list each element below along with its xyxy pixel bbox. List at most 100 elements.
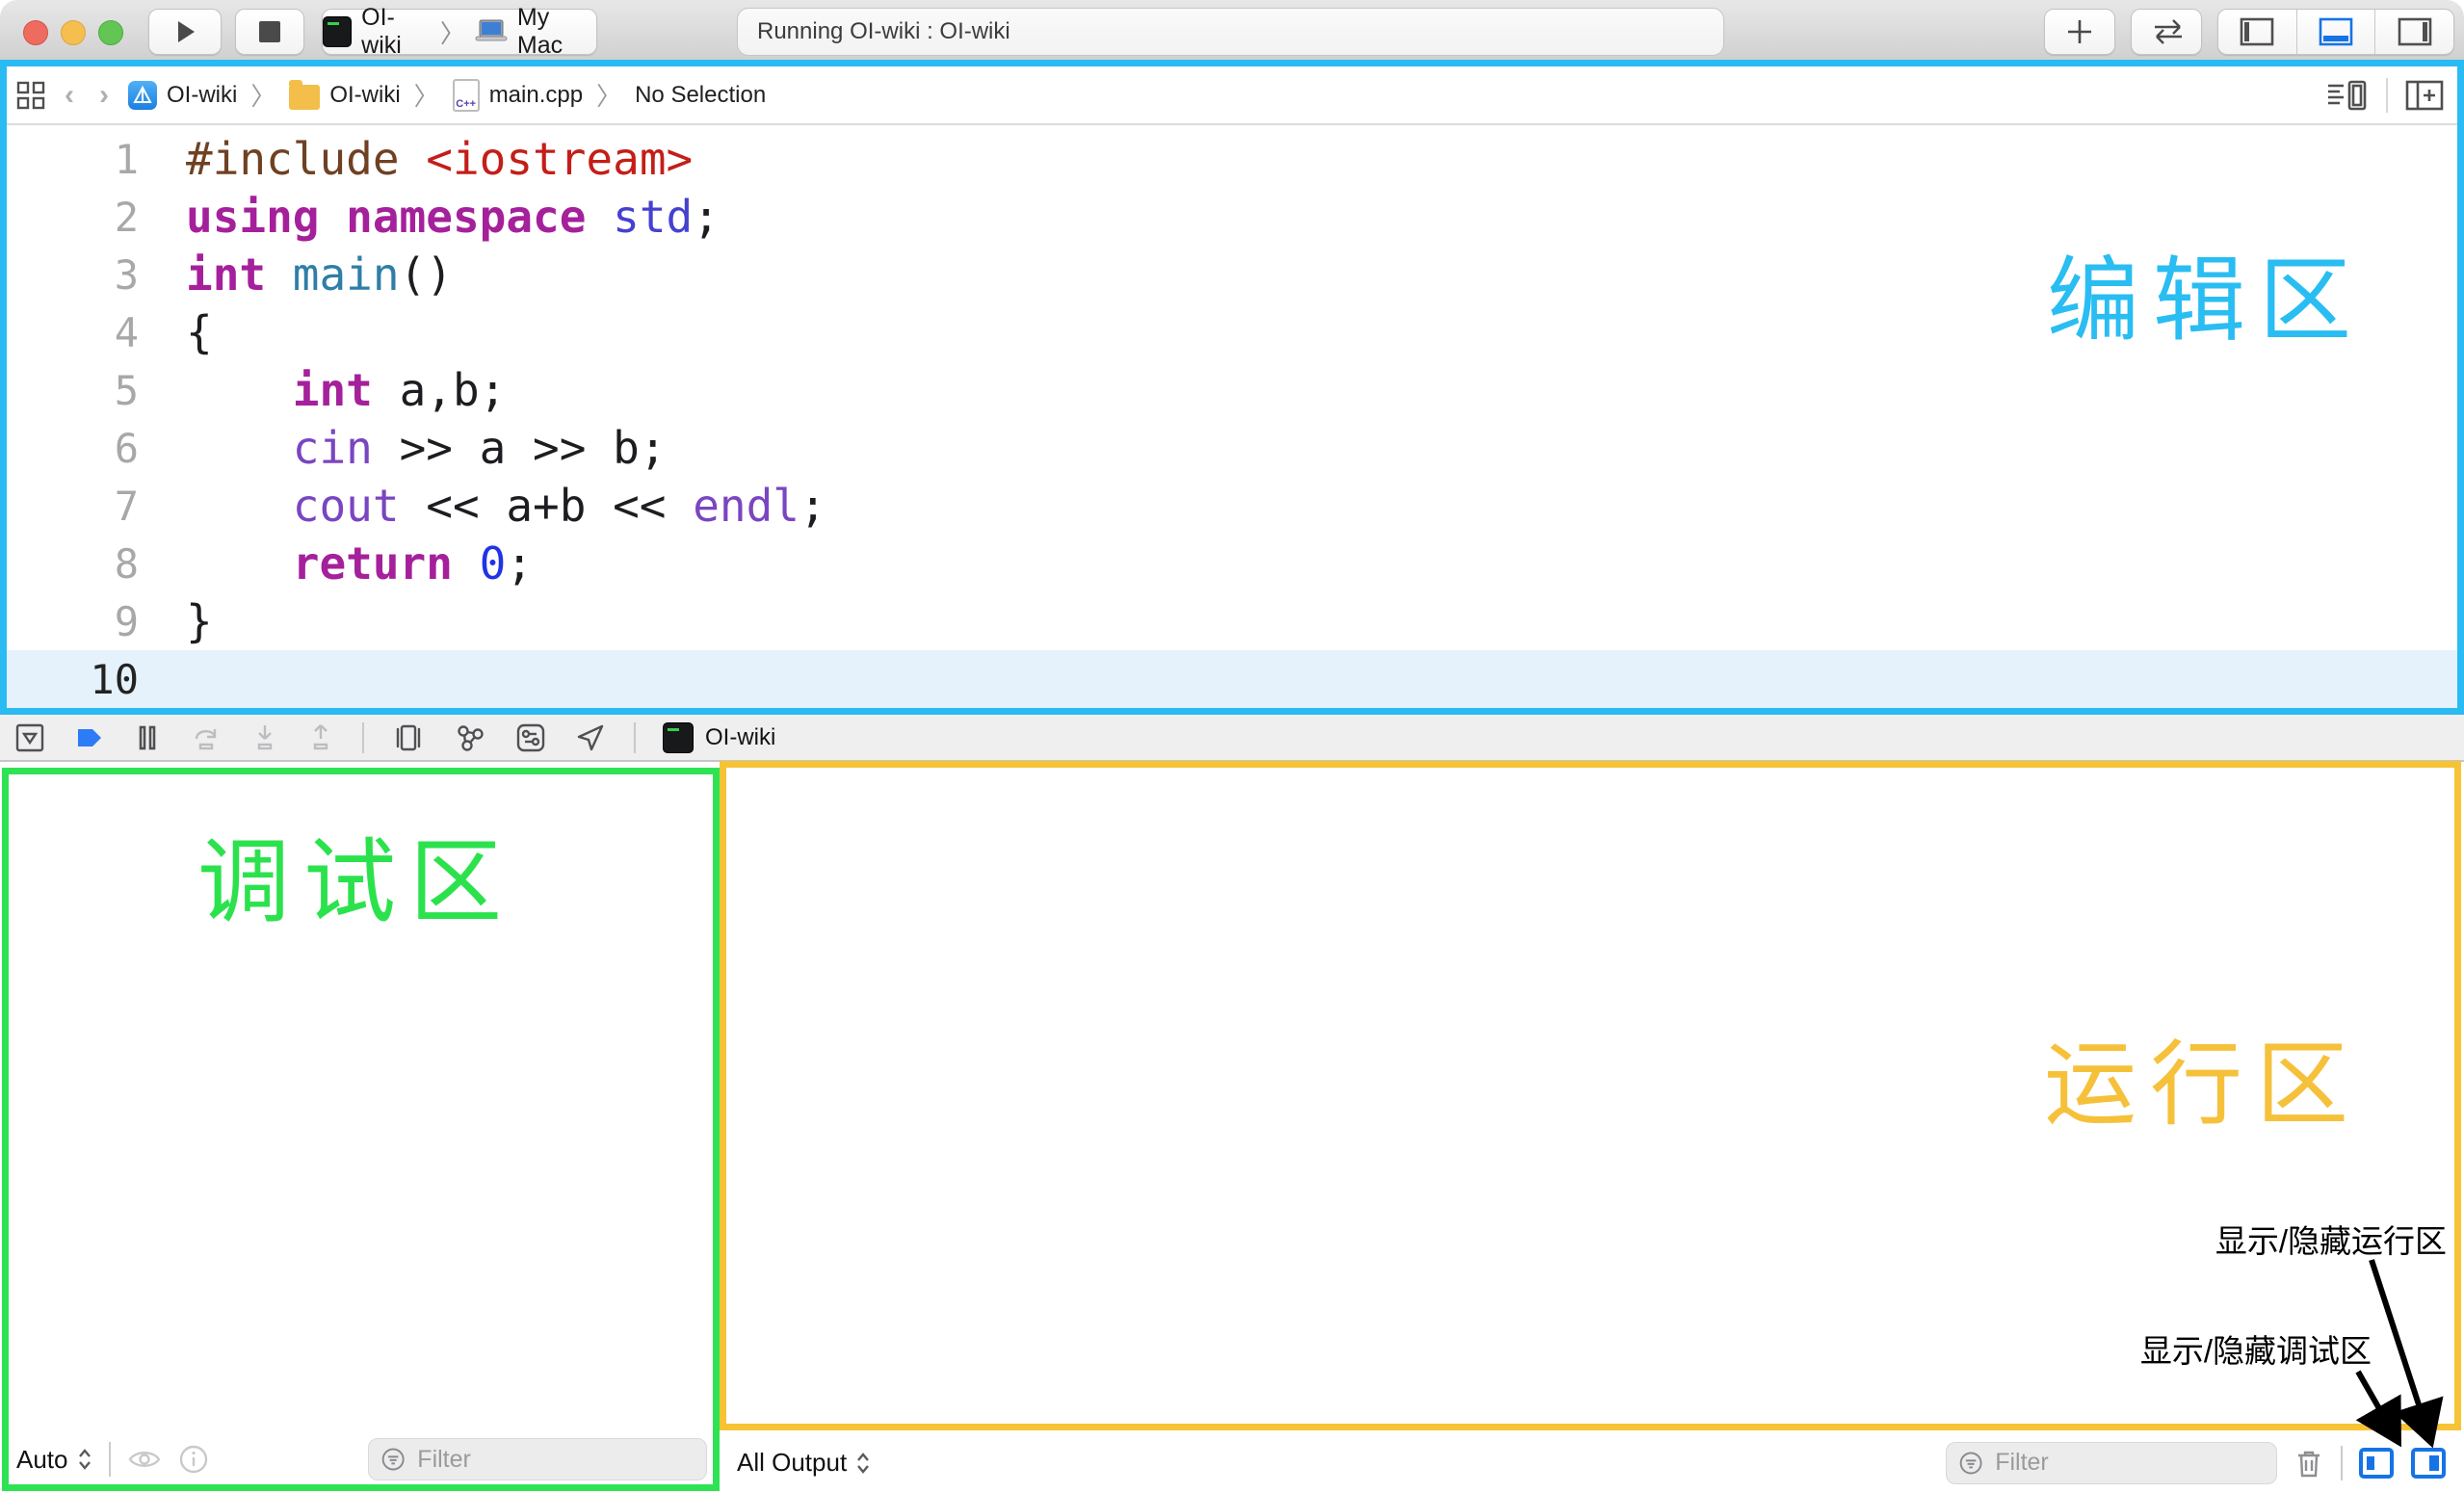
code-line[interactable]: 2using namespace std; [7, 188, 2457, 246]
clear-console-trash-icon[interactable] [2293, 1446, 2325, 1480]
divider [2386, 78, 2388, 113]
laptop-icon [475, 19, 508, 44]
scheme-destination-label: My Mac [517, 4, 596, 60]
line-number: 8 [7, 540, 139, 588]
pause-execution-icon[interactable] [133, 721, 162, 754]
panel-toggle-group [2217, 9, 2454, 55]
line-number: 5 [7, 367, 139, 414]
editor-options-icon[interactable] [2326, 78, 2369, 113]
line-number: 3 [7, 251, 139, 299]
step-over-icon[interactable] [189, 721, 223, 754]
app-scheme-icon [323, 16, 352, 47]
code-line[interactable]: 1#include <iostream> [7, 130, 2457, 188]
line-number: 7 [7, 483, 139, 530]
annotation-toggle-debug: 显示/隐藏调试区 [2140, 1325, 2372, 1372]
code-line[interactable]: 5 int a,b; [7, 361, 2457, 419]
library-add-button[interactable] [2044, 9, 2115, 55]
breadcrumb-project-label: OI-wiki [167, 82, 237, 109]
info-icon[interactable] [178, 1444, 209, 1475]
divider [109, 1442, 111, 1477]
folder-icon [289, 85, 320, 110]
code-text: return 0; [139, 537, 533, 589]
code-line[interactable]: 8 return 0; [7, 535, 2457, 592]
left-panel-icon [2240, 17, 2274, 46]
toggle-inspector-button[interactable] [2374, 10, 2453, 54]
close-window-button[interactable] [23, 20, 48, 45]
debug-toolbar: OI-wiki [0, 715, 2464, 762]
editor-area: ‹ › OI-wiki 〉 OI-wiki 〉 C++ main.cpp 〉 [0, 60, 2464, 715]
console-filter-input[interactable] [1993, 1448, 2265, 1478]
divider [362, 722, 364, 753]
variables-view-bar: Auto [16, 1436, 707, 1482]
code-review-button[interactable] [2131, 9, 2202, 55]
line-number: 6 [7, 425, 139, 472]
hide-debug-area-icon[interactable] [13, 721, 46, 754]
project-app-icon [128, 81, 157, 110]
line-number: 9 [7, 598, 139, 645]
process-selector[interactable]: OI-wiki [663, 722, 775, 753]
toggle-navigator-button[interactable] [2218, 10, 2296, 54]
code-line[interactable]: 7 cout << a+b << endl; [7, 477, 2457, 535]
process-app-icon [663, 722, 694, 753]
output-label: All Output [737, 1448, 847, 1478]
jump-bar: ‹ › OI-wiki 〉 OI-wiki 〉 C++ main.cpp 〉 [7, 66, 2457, 125]
variables-filter-field[interactable] [368, 1438, 707, 1480]
activity-viewer: Running OI-wiki : OI-wiki [737, 8, 1724, 56]
filter-icon [380, 1445, 406, 1474]
breakpoints-toggle-icon[interactable] [73, 721, 106, 754]
process-label: OI-wiki [705, 724, 775, 751]
variables-filter-input[interactable] [415, 1445, 695, 1475]
divider [2341, 1446, 2343, 1480]
code-line[interactable]: 6 cin >> a >> b; [7, 419, 2457, 477]
memory-graph-icon[interactable] [453, 721, 487, 754]
scheme-selector[interactable]: OI-wiki 〉 My Mac [322, 9, 597, 55]
breadcrumb-separator-icon: 〉 [250, 77, 275, 113]
toggle-variables-view-button[interactable] [2358, 1446, 2395, 1480]
stop-icon [258, 20, 281, 43]
code-text: } [139, 595, 213, 647]
scope-selector[interactable]: Auto [16, 1445, 93, 1475]
breadcrumb-file-label: main.cpp [489, 82, 583, 109]
step-out-icon[interactable] [306, 721, 335, 754]
related-items-icon[interactable] [16, 81, 45, 110]
activity-status-text: Running OI-wiki : OI-wiki [757, 18, 1010, 45]
toggle-console-view-button[interactable] [2410, 1446, 2447, 1480]
code-line[interactable]: 9} [7, 592, 2457, 650]
view-hierarchy-icon[interactable] [391, 721, 426, 754]
code-text: int main() [139, 249, 453, 301]
code-text: int a,b; [139, 364, 506, 416]
annotation-editor-area: 编辑区 [2047, 249, 2365, 354]
breadcrumb-project[interactable]: OI-wiki [128, 81, 237, 110]
console-bar: All Output [720, 1432, 2464, 1493]
annotation-run-area: 运行区 [2044, 1033, 2362, 1139]
back-chevron-icon[interactable]: ‹ [59, 79, 80, 112]
forward-chevron-icon[interactable]: › [93, 79, 115, 112]
run-button[interactable] [148, 9, 222, 55]
play-icon [170, 17, 199, 46]
minimize-window-button[interactable] [61, 20, 86, 45]
step-into-icon[interactable] [250, 721, 279, 754]
code-line[interactable]: 10 [7, 650, 2457, 708]
code-text: #include <iostream> [139, 133, 693, 185]
updown-chevrons-icon [854, 1450, 872, 1477]
breadcrumb-selection-label[interactable]: No Selection [635, 82, 766, 109]
stop-button[interactable] [235, 9, 304, 55]
breadcrumb-separator-icon: 〉 [596, 77, 621, 113]
zoom-window-button[interactable] [98, 20, 123, 45]
console-filter-field[interactable] [1946, 1442, 2277, 1484]
breadcrumb-group[interactable]: OI-wiki [289, 81, 400, 110]
output-selector[interactable]: All Output [737, 1448, 872, 1478]
toggle-debug-area-button[interactable] [2296, 10, 2375, 54]
add-editor-icon[interactable] [2405, 78, 2444, 113]
divider [634, 722, 636, 753]
chevron-right-icon: 〉 [440, 14, 465, 50]
xcode-window: OI-wiki 〉 My Mac Running OI-wiki : OI-wi… [0, 0, 2464, 1493]
breadcrumb-file[interactable]: C++ main.cpp [453, 79, 583, 112]
annotation-toggle-run: 显示/隐藏运行区 [2215, 1216, 2447, 1262]
code-editor[interactable]: 1#include <iostream>2using namespace std… [7, 125, 2457, 708]
quicklook-eye-icon[interactable] [126, 1446, 163, 1473]
simulate-location-icon[interactable] [574, 721, 607, 754]
environment-overrides-icon[interactable] [514, 721, 547, 754]
cpp-file-icon: C++ [453, 79, 480, 112]
window-titlebar: OI-wiki 〉 My Mac Running OI-wiki : OI-wi… [0, 0, 2464, 65]
